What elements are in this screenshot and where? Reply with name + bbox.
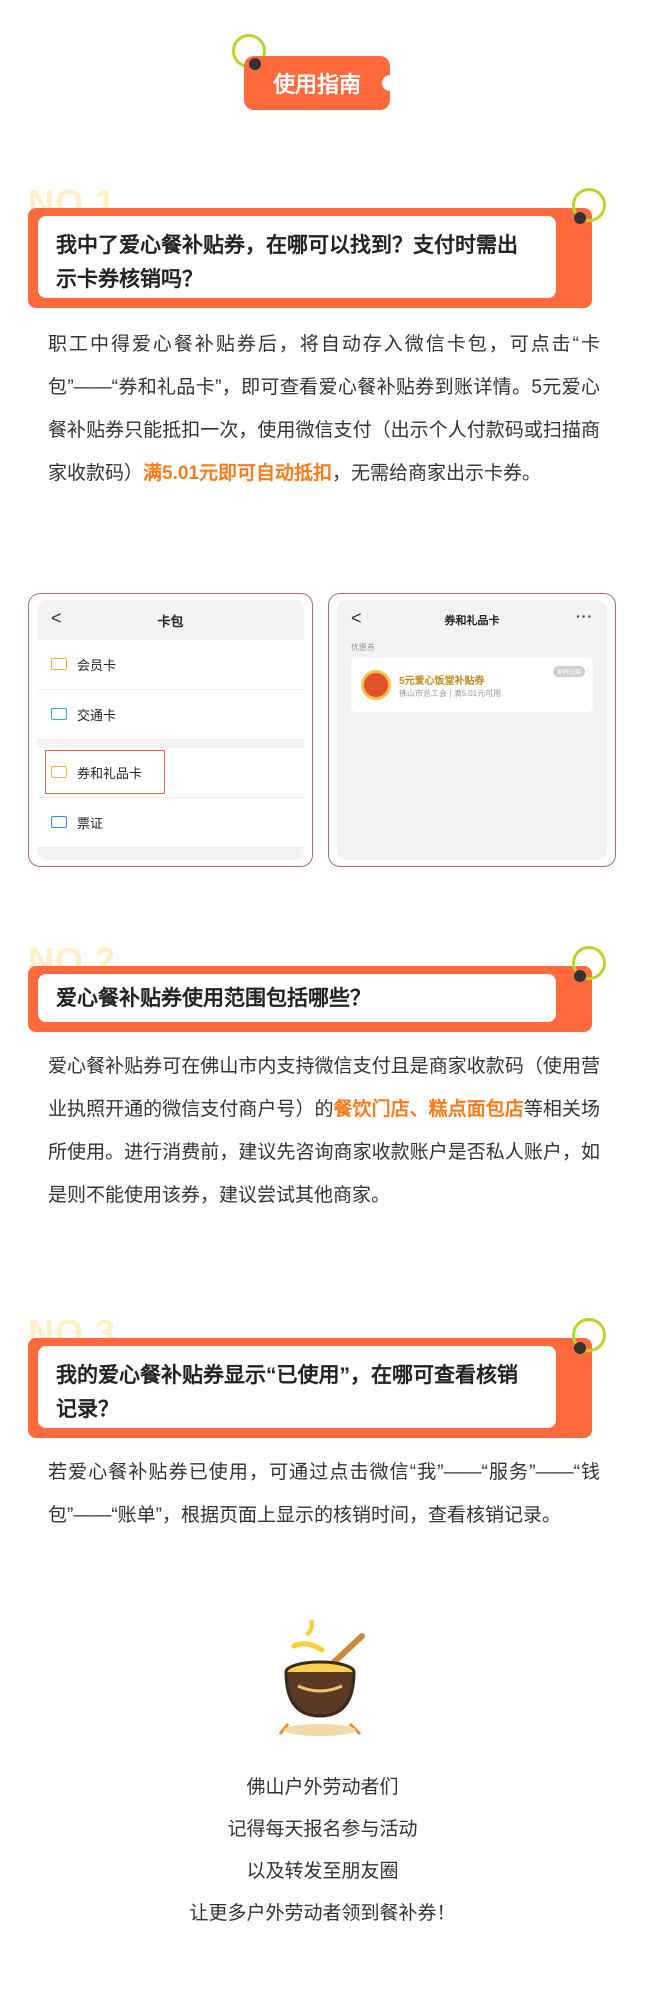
guide-badge-label: 使用指南: [272, 72, 361, 97]
coupon-title: 5元爱心饭堂补贴券: [399, 676, 485, 687]
question-text: 爱心餐补贴券使用范围包括哪些？: [38, 974, 556, 1022]
card-list-top: 会员卡 交通卡: [37, 640, 304, 740]
list-item[interactable]: 会员卡: [37, 640, 304, 690]
question-frame: 我中了爱心餐补贴券，在哪可以找到？支付时需出示卡券核销吗？: [28, 208, 592, 308]
list-item-label: 会员卡: [77, 658, 117, 673]
highlight-box: [45, 750, 165, 794]
question-text: 我中了爱心餐补贴券，在哪可以找到？支付时需出示卡券核销吗？: [38, 216, 556, 298]
badge-notch: [382, 75, 398, 91]
phone-screen: < 券和礼品卡 ··· 优惠券 5元爱心饭堂补贴券 佛山市总工会 | 满5.01…: [337, 600, 607, 860]
dot-decoration: [574, 970, 586, 982]
footer-line: 记得每天报名参与活动: [227, 1819, 418, 1840]
phone-screenshot-coupons: < 券和礼品卡 ··· 优惠券 5元爱心饭堂补贴券 佛山市总工会 | 满5.01…: [328, 593, 616, 867]
back-icon[interactable]: <: [51, 608, 62, 629]
id-card-icon: [51, 816, 67, 828]
union-logo-icon: [361, 670, 391, 700]
answer-paragraph: 职工中得爱心餐补贴券后，将自动存入微信卡包，可点击“卡包”——“券和礼品卡”，即…: [48, 323, 600, 495]
coupon-subtitle: 佛山市总工会 | 满5.01元可用: [399, 689, 502, 698]
back-icon[interactable]: <: [351, 608, 362, 629]
list-item[interactable]: 交通卡: [37, 690, 304, 740]
question-frame: 爱心餐补贴券使用范围包括哪些？: [28, 966, 592, 1032]
more-icon[interactable]: ···: [576, 608, 593, 624]
phone-title: 券和礼品卡: [444, 615, 500, 627]
coupon-status-badge: 即将过期: [552, 666, 585, 677]
phone-screen: < 卡包 会员卡 交通卡 券和礼品卡 票证: [37, 600, 304, 860]
dot-decoration: [249, 58, 261, 70]
footer-line: 佛山户外劳动者们: [246, 1777, 399, 1798]
phone-screenshot-cardwallet: < 卡包 会员卡 交通卡 券和礼品卡 票证: [28, 593, 313, 867]
answer-highlight: 餐饮门店、糕点面包店: [333, 1099, 524, 1120]
rice-bowl-icon: [274, 1614, 374, 1740]
vip-card-icon: [51, 658, 67, 670]
question-text: 我的爱心餐补贴券显示“已使用”，在哪可查看核销记录？: [38, 1346, 556, 1428]
guide-badge: 使用指南: [244, 56, 398, 110]
category-label: 优惠券: [351, 643, 375, 652]
bus-icon: [51, 708, 67, 720]
answer-paragraph: 爱心餐补贴券可在佛山市内支持微信支付且是商家收款码（使用营业执照开通的微信支付商…: [48, 1045, 600, 1217]
answer-highlight: 满5.01元即可自动抵扣: [143, 463, 332, 484]
list-item-label: 交通卡: [77, 708, 117, 723]
answer-paragraph: 若爱心餐补贴券已使用，可通过点击微信“我”——“服务”——“钱包”——“账单”，…: [48, 1462, 600, 1526]
answer-text: ，无需给商家出示卡券。: [332, 463, 542, 484]
answer-text: 职工中得爱心餐补贴券后，将自动存入微信卡包，可点击“卡包”——“券和礼品卡”，即…: [48, 334, 600, 484]
coupon-card[interactable]: 5元爱心饭堂补贴券 佛山市总工会 | 满5.01元可用 即将过期: [351, 658, 593, 712]
phone-header: < 券和礼品卡 ···: [337, 600, 607, 640]
list-item-label: 票证: [77, 816, 104, 831]
footer-line: 让更多户外劳动者领到餐补券！: [189, 1903, 456, 1924]
footer-line: 以及转发至朋友圈: [246, 1861, 399, 1882]
question-frame: 我的爱心餐补贴券显示“已使用”，在哪可查看核销记录？: [28, 1338, 592, 1438]
list-item[interactable]: 票证: [37, 798, 304, 848]
phone-header: < 卡包: [37, 600, 304, 640]
phone-title: 卡包: [157, 613, 184, 629]
dot-decoration: [574, 212, 586, 224]
dot-decoration: [574, 1342, 586, 1354]
